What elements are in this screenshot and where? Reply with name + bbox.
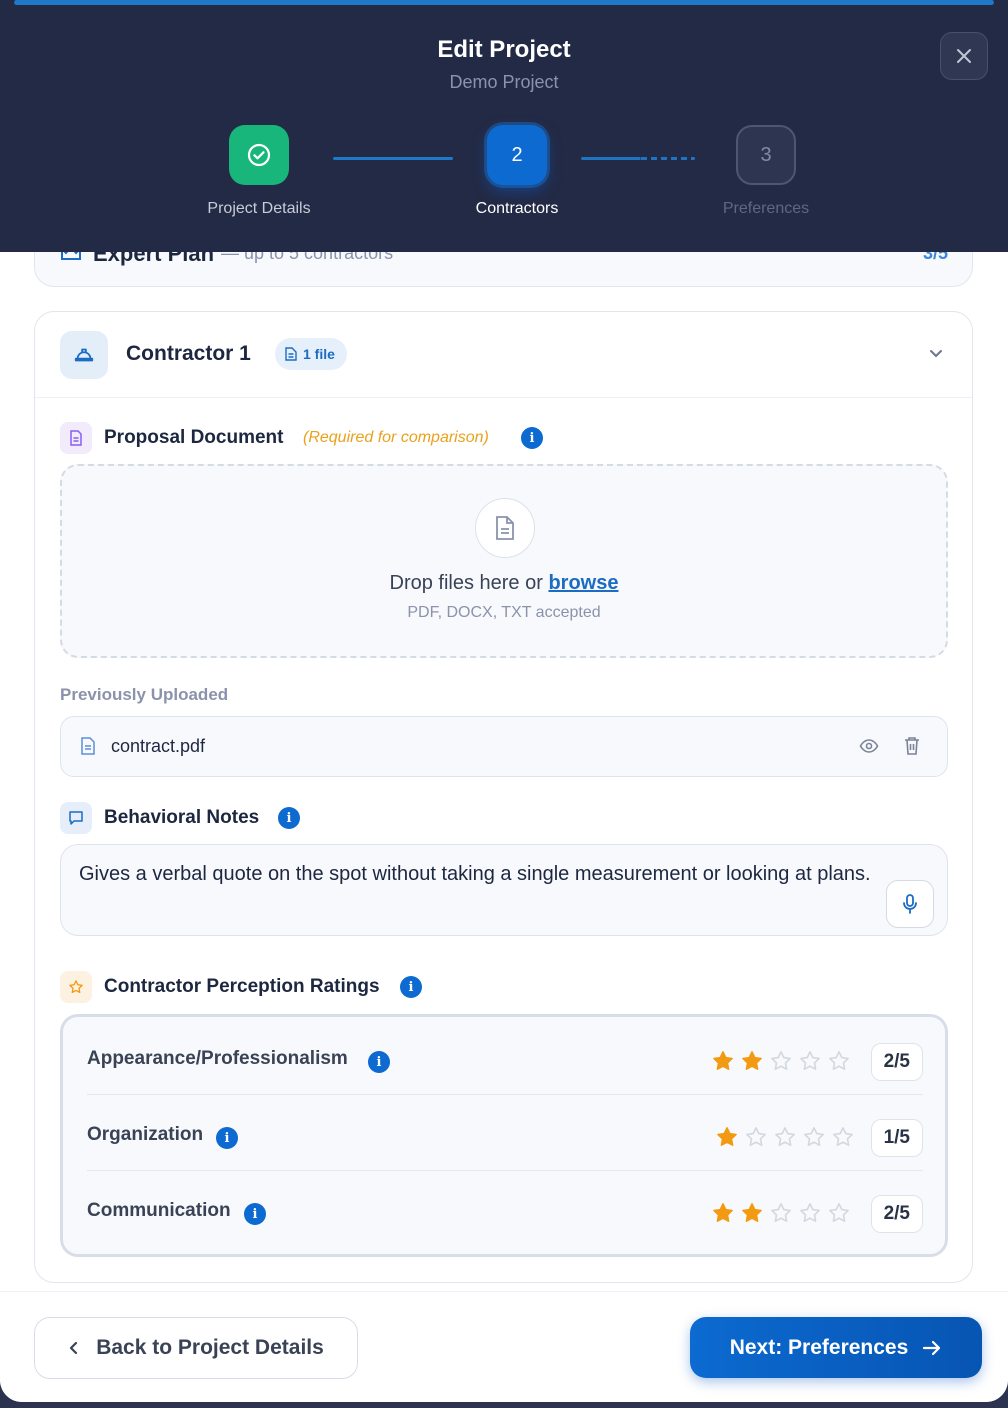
modal-title: Edit Project [437, 36, 571, 63]
message-icon [60, 802, 92, 834]
header-accent-bar [14, 0, 994, 5]
chevron-down-icon[interactable] [928, 345, 944, 361]
rating-info-icon[interactable]: i [216, 1127, 238, 1149]
file-dropzone[interactable]: Drop files here or browse PDF, DOCX, TXT… [60, 464, 948, 658]
modal-header: Edit Project Demo Project 2 3 Project De… [0, 0, 1008, 252]
upload-document-icon [475, 498, 535, 558]
star-filled-icon[interactable] [711, 1049, 735, 1073]
perception-ratings-title: Contractor Perception Ratings [104, 976, 380, 997]
rating-label: Organization [87, 1124, 204, 1145]
star-filled-icon[interactable] [740, 1049, 764, 1073]
check-circle-icon [247, 143, 271, 167]
star-empty-icon[interactable] [827, 1201, 851, 1225]
star-empty-icon[interactable] [744, 1125, 768, 1149]
star-rating [711, 1201, 851, 1225]
rating-info-icon[interactable]: i [244, 1203, 266, 1225]
proposal-document-title: Proposal Document [104, 427, 284, 448]
step-connector-2 [581, 157, 695, 160]
trash-icon[interactable] [903, 736, 921, 756]
file-badge-label: 1 file [303, 346, 335, 362]
required-note: (Required for comparison) [303, 429, 489, 446]
star-empty-icon[interactable] [831, 1125, 855, 1149]
uploaded-file-row: contract.pdf [60, 716, 948, 777]
document-icon [60, 422, 92, 454]
file-icon [81, 737, 95, 755]
star-empty-icon[interactable] [769, 1049, 793, 1073]
step-2-contractors[interactable]: 2 [487, 125, 547, 185]
voice-input-button[interactable] [886, 880, 934, 928]
back-button[interactable]: Back to Project Details [34, 1317, 358, 1379]
modal-footer: Back to Project Details Next: Preference… [0, 1291, 1008, 1402]
step-label-project-details: Project Details [207, 200, 311, 217]
star-empty-icon[interactable] [798, 1201, 822, 1225]
rating-value-badge: 2/5 [870, 1195, 923, 1233]
rating-row-appearance: Appearance/Professionalism i 2/5 [87, 1019, 923, 1095]
rating-row-organization: Organization i 1/5 [87, 1095, 923, 1171]
star-outline-icon [60, 971, 92, 1003]
star-filled-icon[interactable] [711, 1201, 735, 1225]
step-label-preferences: Preferences [722, 200, 810, 217]
notes-info-icon[interactable]: i [278, 807, 300, 829]
rating-value-badge: 1/5 [870, 1119, 923, 1157]
browse-link[interactable]: browse [548, 572, 618, 594]
rating-row-communication: Communication i 2/5 [87, 1171, 923, 1247]
modal-subtitle: Demo Project [449, 72, 559, 92]
rating-label: Appearance/Professionalism [87, 1048, 348, 1069]
step-connector-1 [333, 157, 453, 160]
behavioral-notes-textarea[interactable]: Gives a verbal quote on the spot without… [60, 844, 948, 936]
star-empty-icon[interactable] [798, 1049, 822, 1073]
step-1-project-details[interactable] [229, 125, 289, 185]
star-empty-icon[interactable] [827, 1049, 851, 1073]
next-button[interactable]: Next: Preferences [690, 1317, 982, 1378]
contractor-title: Contractor 1 [126, 342, 251, 365]
previously-uploaded-label: Previously Uploaded [60, 685, 229, 704]
behavioral-notes-text: Gives a verbal quote on the spot without… [79, 863, 871, 885]
next-button-label: Next: Preferences [729, 1335, 909, 1359]
star-rating [715, 1125, 855, 1149]
behavioral-notes-title: Behavioral Notes [104, 807, 260, 828]
file-count-badge: 1 file [275, 338, 347, 370]
star-empty-icon[interactable] [802, 1125, 826, 1149]
contractor-card-header[interactable]: Contractor 1 1 file [35, 312, 972, 398]
star-filled-icon[interactable] [715, 1125, 739, 1149]
star-empty-icon[interactable] [769, 1201, 793, 1225]
file-icon [285, 347, 297, 361]
close-icon [957, 49, 971, 63]
file-name: contract.pdf [111, 736, 206, 756]
eye-icon[interactable] [859, 736, 879, 756]
drop-text-label: Drop files here or [389, 572, 549, 594]
drop-text: Drop files here or browse [62, 572, 946, 595]
ratings-panel: Appearance/Professionalism i 2/5 Organiz… [60, 1014, 948, 1257]
star-empty-icon[interactable] [773, 1125, 797, 1149]
microphone-icon [903, 894, 917, 914]
chevron-left-icon [70, 1341, 78, 1355]
edit-project-modal: Expert Plan — up to 5 contractors 3/5 Ed… [0, 0, 1008, 1402]
step-3-preferences[interactable]: 3 [736, 125, 796, 185]
close-button[interactable] [940, 32, 988, 80]
hard-hat-icon [60, 331, 108, 379]
rating-label: Communication [87, 1200, 231, 1221]
star-filled-icon[interactable] [740, 1201, 764, 1225]
accepted-formats: PDF, DOCX, TXT accepted [407, 604, 601, 621]
back-button-label: Back to Project Details [96, 1336, 324, 1359]
rating-info-icon[interactable]: i [368, 1051, 390, 1073]
star-rating [711, 1049, 851, 1073]
rating-value-badge: 2/5 [870, 1043, 923, 1081]
step-label-contractors: Contractors [475, 200, 559, 217]
arrow-right-icon [923, 1340, 941, 1355]
contractor-card: Contractor 1 1 file Proposal Document (R… [34, 311, 973, 1283]
ratings-info-icon[interactable]: i [400, 976, 422, 998]
proposal-info-icon[interactable]: i [521, 427, 543, 449]
